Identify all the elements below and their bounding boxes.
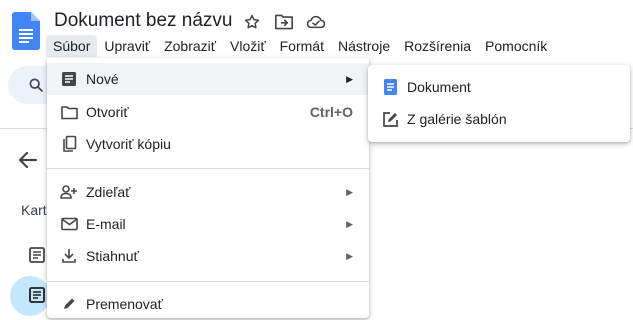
file-menu-item-label: Vytvoriť kópiu [86, 136, 171, 152]
file-menu-item-label: Nové [86, 71, 119, 87]
menu-bar: Súbor Upraviť Zobraziť Vložiť Formát Nás… [46, 34, 554, 58]
file-menu-item-label: Zdieľať [86, 184, 131, 200]
menu-tools[interactable]: Nástroje [331, 35, 397, 57]
menu-help[interactable]: Pomocník [478, 35, 554, 57]
file-menu-item-email[interactable]: E-mail ▶ [47, 208, 369, 240]
file-menu-item-open[interactable]: Otvoriť Ctrl+O [47, 96, 369, 128]
menu-separator [47, 168, 369, 169]
submenu-arrow-icon: ▶ [346, 186, 353, 197]
new-doc-icon [60, 70, 78, 88]
back-arrow-icon[interactable] [16, 148, 40, 172]
search-icon [29, 78, 43, 92]
file-menu-item-make-copy[interactable]: Vytvoriť kópiu [47, 128, 369, 160]
new-submenu: Dokument Z galérie šablón [368, 65, 630, 142]
file-menu-dropdown: Nové ▶ Otvoriť Ctrl+O Vytvoriť kópiu Zdi… [47, 58, 369, 318]
sidebar-doc-tab-selected-icon [29, 287, 45, 303]
folder-open-icon [60, 103, 78, 121]
file-menu-item-download[interactable]: Stiahnuť ▶ [47, 240, 369, 272]
new-submenu-item-from-template[interactable]: Z galérie šablón [368, 103, 630, 135]
new-submenu-item-label: Dokument [407, 79, 471, 95]
file-menu-item-label: Stiahnuť [86, 248, 139, 264]
rename-icon [60, 295, 78, 313]
file-menu-item-label: Premenovať [86, 296, 163, 312]
cloud-saved-icon[interactable] [306, 12, 326, 32]
file-menu-item-label: Otvoriť [86, 104, 129, 120]
copy-icon [60, 135, 78, 153]
download-icon [60, 247, 78, 265]
new-submenu-item-label: Z galérie šablón [407, 111, 507, 127]
new-submenu-item-document[interactable]: Dokument [368, 71, 630, 103]
menu-file[interactable]: Súbor [46, 35, 98, 57]
menu-edit[interactable]: Upraviť [97, 35, 157, 57]
menu-separator [47, 281, 369, 282]
menu-extensions[interactable]: Rozšírenia [397, 35, 478, 57]
file-menu-item-label: E-mail [86, 216, 126, 232]
shortcut-label: Ctrl+O [309, 104, 353, 120]
star-icon[interactable] [242, 12, 262, 32]
menu-format[interactable]: Formát [273, 35, 331, 57]
submenu-arrow-icon: ▶ [346, 250, 353, 261]
submenu-arrow-icon: ▶ [346, 73, 353, 84]
sidebar-doc-tab-icon[interactable] [28, 246, 46, 264]
menu-insert[interactable]: Vložiť [223, 35, 273, 57]
person-add-icon [60, 183, 78, 201]
file-menu-item-rename[interactable]: Premenovať [47, 288, 369, 320]
sidebar-tabs-label: Kart [21, 202, 47, 218]
menu-view[interactable]: Zobraziť [157, 35, 223, 57]
file-menu-item-new[interactable]: Nové ▶ [47, 63, 369, 95]
docs-blue-icon [381, 78, 399, 96]
move-to-folder-icon[interactable] [274, 12, 294, 32]
template-icon [381, 110, 399, 128]
google-docs-logo-icon[interactable] [12, 12, 40, 50]
menu-search-box[interactable] [8, 66, 48, 104]
email-icon [60, 215, 78, 233]
document-title[interactable]: Dokument bez názvu [54, 10, 233, 32]
submenu-arrow-icon: ▶ [346, 218, 353, 229]
file-menu-item-share[interactable]: Zdieľať ▶ [47, 176, 369, 208]
